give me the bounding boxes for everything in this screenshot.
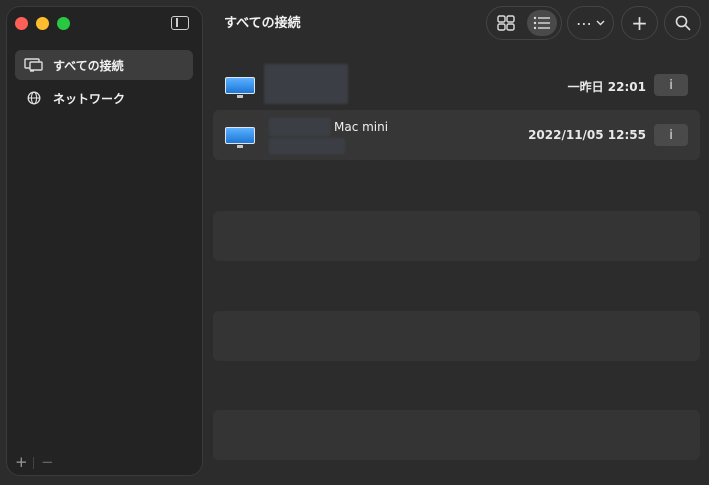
list-icon (533, 16, 550, 30)
connection-row[interactable]: Mac mini 2022/11/05 12:55 i (213, 110, 700, 160)
placeholder-row (213, 410, 700, 460)
page-title: すべての接続 (224, 16, 301, 31)
grid-view-button[interactable] (491, 10, 521, 36)
chevron-down-icon (596, 20, 605, 26)
connection-row[interactable]: 一昨日 22:01 i (213, 60, 700, 110)
footer-divider (33, 457, 34, 469)
search-button[interactable] (664, 6, 701, 40)
minimize-window-button[interactable] (36, 17, 49, 30)
window-controls (15, 17, 70, 30)
sidebar-item-all-connections[interactable]: すべての接続 (15, 50, 193, 80)
last-connected-time: 2022/11/05 12:55 (528, 128, 646, 142)
sidebar-item-label: ネットワーク (53, 91, 126, 106)
app-window: すべての接続 ネットワーク + − すべての接続 ⋯ + 一昨日 22:01 i… (0, 0, 709, 485)
more-menu-button[interactable]: ⋯ (567, 6, 614, 40)
sidebar-toggle-icon[interactable] (171, 16, 189, 30)
redacted-subtitle (269, 138, 345, 154)
add-connection-button[interactable]: + (15, 453, 28, 471)
redacted-name (269, 118, 331, 136)
redacted-name (264, 64, 348, 104)
globe-icon (23, 91, 45, 105)
monitor-icon (225, 127, 255, 148)
plus-icon: + (631, 11, 648, 35)
zoom-window-button[interactable] (57, 17, 70, 30)
display-icon (23, 58, 45, 72)
view-mode-toggle (486, 6, 562, 40)
list-view-button[interactable] (527, 10, 557, 36)
sidebar: すべての接続 ネットワーク + − (6, 6, 203, 476)
sidebar-item-network[interactable]: ネットワーク (15, 83, 193, 113)
last-connected-time: 一昨日 22:01 (567, 80, 646, 94)
placeholder-row (213, 211, 700, 261)
add-button[interactable]: + (621, 6, 658, 40)
ellipsis-icon: ⋯ (576, 13, 593, 33)
info-button[interactable]: i (654, 124, 688, 146)
info-button[interactable]: i (654, 74, 688, 96)
connection-name: Mac mini (334, 120, 389, 134)
close-window-button[interactable] (15, 17, 28, 30)
placeholder-row (213, 311, 700, 361)
search-icon (675, 15, 690, 31)
sidebar-footer: + − (7, 451, 202, 475)
sidebar-item-label: すべての接続 (53, 58, 124, 73)
remove-connection-button[interactable]: − (41, 453, 54, 471)
grid-icon (497, 15, 515, 31)
monitor-icon (225, 77, 255, 98)
